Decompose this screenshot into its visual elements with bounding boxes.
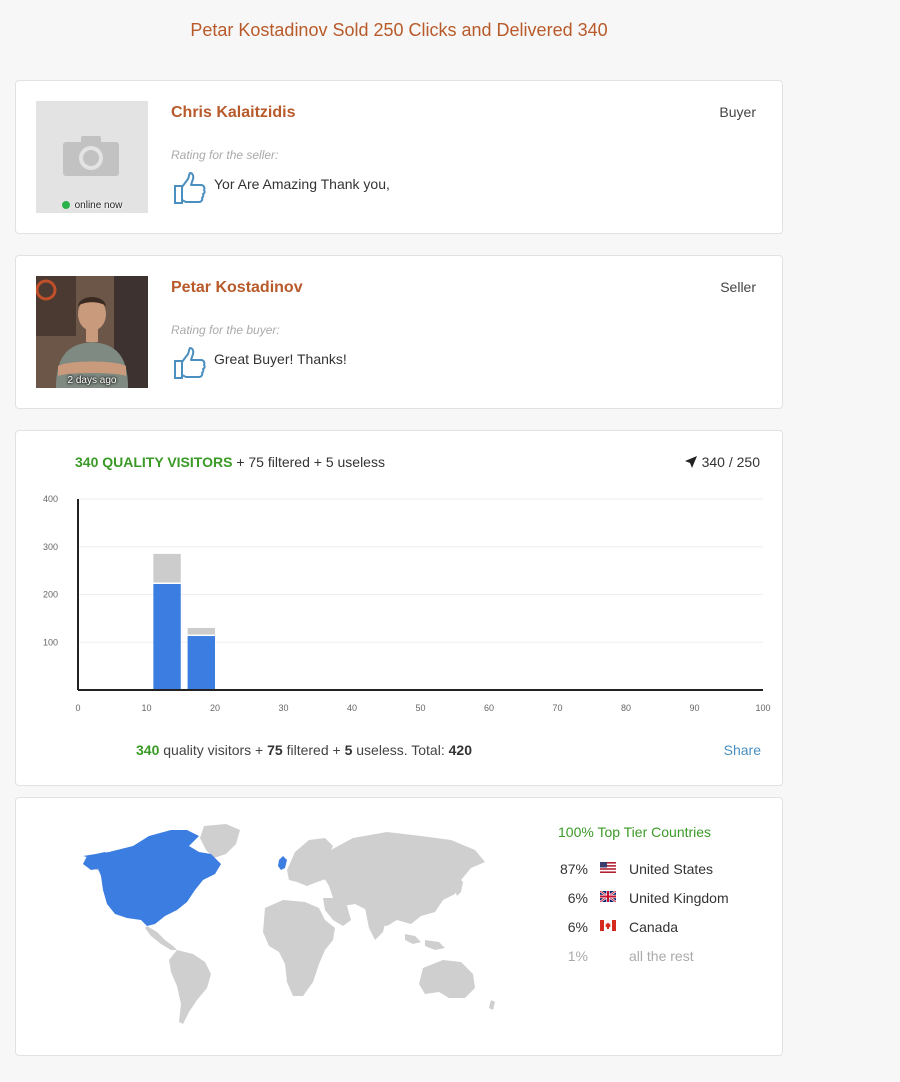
review-comment: Yor Are Amazing Thank you,	[214, 176, 390, 192]
reviewer-role: Buyer	[719, 104, 756, 120]
top-tier-title: 100% Top Tier Countries	[558, 824, 712, 840]
last-seen-badge: 2 days ago	[67, 375, 117, 386]
geo-card: 100% Top Tier Countries 87% United State…	[15, 797, 783, 1056]
summary-quality: 340	[136, 742, 160, 758]
share-link[interactable]: Share	[724, 742, 761, 758]
country-name: United States	[629, 861, 714, 877]
delivered-ratio-value: 340 / 250	[701, 454, 760, 470]
summary-filtered-text: filtered +	[286, 742, 341, 758]
country-name: Canada	[629, 919, 679, 935]
review-card-seller: 2 days ago Petar Kostadinov Seller Ratin…	[15, 255, 783, 409]
ca-flag-icon	[600, 920, 616, 931]
navigation-arrow-icon	[684, 456, 697, 468]
x-tick-label: 50	[415, 703, 425, 713]
country-pct: 6%	[567, 890, 588, 906]
summary-total: 420	[448, 742, 472, 758]
camera-placeholder-icon	[63, 136, 119, 176]
y-tick-label: 100	[43, 637, 58, 647]
x-tick-label: 60	[484, 703, 494, 713]
x-tick-label: 90	[689, 703, 699, 713]
world-map	[83, 824, 495, 1024]
page-title: Petar Kostadinov Sold 250 Clicks and Del…	[190, 20, 608, 40]
reviewer-role: Seller	[720, 279, 756, 295]
thumbs-up-icon	[174, 347, 206, 379]
quality-visitors-label: 340 QUALITY VISITORS	[75, 454, 233, 470]
bar-filtered	[153, 553, 181, 583]
chart-header: 340 QUALITY VISITORS + 75 filtered + 5 u…	[75, 454, 385, 470]
x-tick-label: 10	[141, 703, 151, 713]
x-tick-label: 100	[755, 703, 770, 713]
summary-useless-text: useless. Total:	[356, 742, 445, 758]
filtered-useless-label: + 75 filtered + 5 useless	[236, 454, 385, 470]
visitors-bar-chart: 100 200 300 400 0 10 20 30 40 50 60 70 80 90 100	[43, 494, 771, 713]
reviewer-name[interactable]: Chris Kalaitzidis	[171, 104, 295, 122]
uk-flag-icon	[600, 891, 616, 902]
country-name: United Kingdom	[629, 890, 729, 906]
online-status: online now	[36, 200, 148, 211]
chart-summary: 340 quality visitors + 75 filtered + 5 u…	[16, 742, 814, 758]
review-card-buyer: online now Chris Kalaitzidis Buyer Ratin…	[15, 80, 783, 234]
map-highlight	[83, 830, 287, 926]
x-tick-label: 40	[347, 703, 357, 713]
x-tick-label: 0	[75, 703, 80, 713]
y-tick-label: 300	[43, 542, 58, 552]
profile-photo	[36, 276, 148, 388]
delivered-ratio: 340 / 250	[684, 454, 760, 470]
avatar[interactable]: online now	[36, 101, 148, 213]
summary-useless: 5	[344, 742, 353, 758]
country-pct: 87%	[559, 861, 588, 877]
country-pct: 6%	[567, 919, 588, 935]
x-tick-label: 30	[278, 703, 288, 713]
y-tick-label: 200	[43, 590, 58, 600]
online-dot-icon	[61, 201, 70, 209]
country-name: all the rest	[629, 948, 694, 964]
rating-label: Rating for the buyer:	[171, 323, 280, 337]
review-comment: Great Buyer! Thanks!	[214, 351, 347, 367]
bar-quality	[187, 636, 215, 690]
country-pct: 1%	[567, 948, 588, 964]
summary-filtered: 75	[267, 742, 283, 758]
avatar[interactable]: 2 days ago	[36, 276, 148, 388]
bar-filtered	[187, 627, 215, 635]
visitors-chart-card: 340 QUALITY VISITORS + 75 filtered + 5 u…	[15, 430, 783, 786]
x-tick-label: 80	[621, 703, 631, 713]
x-tick-label: 20	[210, 703, 220, 713]
thumbs-up-icon	[174, 172, 206, 204]
us-flag-icon	[600, 862, 616, 873]
summary-quality-text: quality visitors +	[163, 742, 264, 758]
bar-quality	[153, 583, 181, 690]
rating-label: Rating for the seller:	[171, 148, 279, 162]
x-tick-label: 70	[552, 703, 562, 713]
reviewer-name[interactable]: Petar Kostadinov	[171, 279, 303, 297]
y-tick-label: 400	[43, 494, 58, 504]
